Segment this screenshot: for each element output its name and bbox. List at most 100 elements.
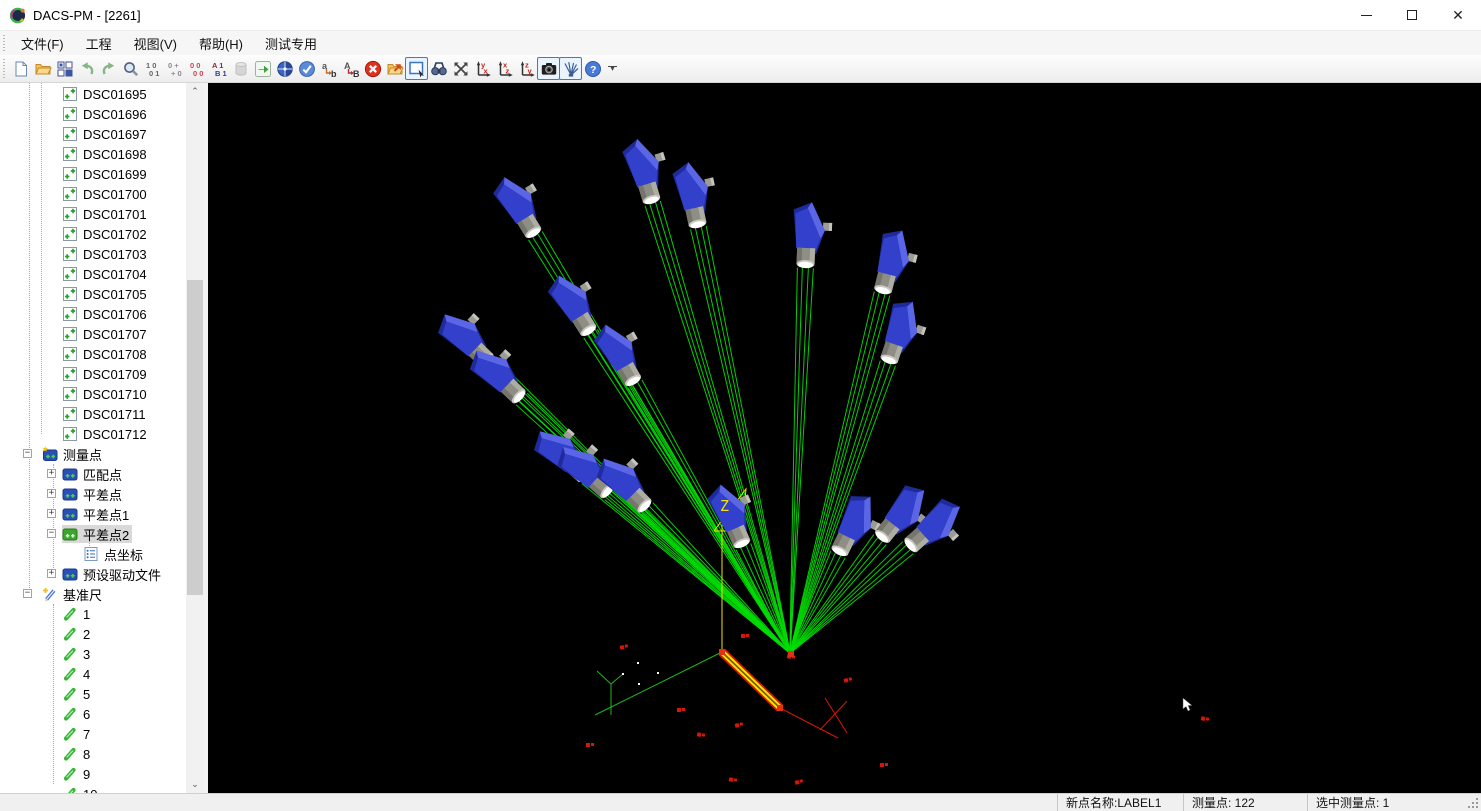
tree-row-DSC01706[interactable]: DSC01706 [0, 304, 186, 324]
collapse-icon[interactable]: − [23, 449, 32, 458]
tree-item-label: DSC01707 [83, 326, 147, 342]
menubar-grip[interactable] [2, 34, 7, 52]
confirm-button[interactable] [295, 57, 318, 80]
tree-row-DSC01698[interactable]: DSC01698 [0, 144, 186, 164]
tree-row-DSC01711[interactable]: DSC01711 [0, 404, 186, 424]
tree-row-4[interactable]: 4 [0, 664, 186, 684]
view-zy-button[interactable]: zy [515, 57, 538, 80]
menu-item-1[interactable]: 文件(F) [10, 34, 75, 55]
expand-icon[interactable]: + [47, 469, 56, 478]
expand-icon[interactable]: + [47, 489, 56, 498]
tree-row-DSC01710[interactable]: DSC01710 [0, 384, 186, 404]
tree-row-DSC01697[interactable]: DSC01697 [0, 124, 186, 144]
close-button[interactable]: ✕ [1435, 0, 1481, 30]
scroll-down-icon[interactable]: ⌄ [186, 776, 204, 793]
tree-row-DSC01695[interactable]: DSC01695 [0, 84, 186, 104]
tree-item-label: DSC01695 [83, 86, 147, 102]
tree-row-DSC01705[interactable]: DSC01705 [0, 284, 186, 304]
tree-row-平差点1[interactable]: + 平差点1 [0, 504, 186, 524]
collapse-icon[interactable]: − [47, 529, 56, 538]
tree-row-DSC01703[interactable]: DSC01703 [0, 244, 186, 264]
redo-button[interactable] [97, 57, 120, 80]
add-points-button[interactable]: 0 + + 0 [163, 57, 186, 80]
tree-row-7[interactable]: 7 [0, 724, 186, 744]
toolbar-grip[interactable] [2, 59, 7, 78]
open-project-button[interactable] [31, 57, 54, 80]
view-yx-button[interactable]: yx [471, 57, 494, 80]
resize-grip[interactable] [1463, 794, 1481, 811]
tree-row-预设驱动文件[interactable]: + 预设驱动文件 [0, 564, 186, 584]
find-button[interactable] [427, 57, 450, 80]
tree-row-匹配点[interactable]: + 匹配点 [0, 464, 186, 484]
tree-item-label: DSC01699 [83, 166, 147, 182]
delete-button[interactable] [361, 57, 384, 80]
tree-row-DSC01708[interactable]: DSC01708 [0, 344, 186, 364]
rename-a1b1-button[interactable]: A 1B 1 [207, 57, 230, 80]
tree-row-DSC01707[interactable]: DSC01707 [0, 324, 186, 344]
scene-canvas[interactable]: Z [208, 83, 1481, 793]
tree-item-label: DSC01701 [83, 206, 147, 222]
tree-row-平差点2[interactable]: − 平差点2 [0, 524, 186, 544]
scrollbar-thumb[interactable] [187, 280, 203, 595]
tile-windows-button[interactable] [53, 57, 76, 80]
tree-row-DSC01702[interactable]: DSC01702 [0, 224, 186, 244]
tree-row-10[interactable]: 10 [0, 784, 186, 793]
rename-uppercase-button[interactable]: AB [339, 57, 362, 80]
maximize-button[interactable] [1389, 0, 1435, 30]
tree-row-DSC01704[interactable]: DSC01704 [0, 264, 186, 284]
select-rectangle-button[interactable] [405, 57, 428, 80]
export-folder-button[interactable] [383, 57, 406, 80]
target-button[interactable] [273, 57, 296, 80]
menu-item-4[interactable]: 帮助(H) [188, 34, 254, 55]
minimize-button[interactable] [1343, 0, 1389, 30]
tree-row-基准尺[interactable]: − 基准尺 [0, 584, 186, 604]
tree-scrollbar[interactable]: ⌃ ⌄ [186, 83, 204, 793]
help-button[interactable]: ? [581, 57, 604, 80]
show-rays-button[interactable] [559, 57, 582, 80]
new-project-button[interactable] [9, 57, 32, 80]
pencil-green-icon [62, 746, 79, 762]
tree-row-2[interactable]: 2 [0, 624, 186, 644]
tree-row-3[interactable]: 3 [0, 644, 186, 664]
tree-row-DSC01701[interactable]: DSC01701 [0, 204, 186, 224]
menu-item-3[interactable]: 视图(V) [123, 34, 188, 55]
tree-row-DSC01699[interactable]: DSC01699 [0, 164, 186, 184]
tree-row-点坐标[interactable]: 点坐标 [0, 544, 186, 564]
viewport-3d[interactable]: Z [208, 83, 1481, 793]
tree-row-DSC01712[interactable]: DSC01712 [0, 424, 186, 444]
tree-row-DSC01709[interactable]: DSC01709 [0, 364, 186, 384]
menu-item-2[interactable]: 工程 [75, 34, 123, 55]
zoom-icon [123, 61, 138, 76]
delete-archive-button[interactable] [229, 57, 252, 80]
img-add-icon [62, 266, 79, 282]
fit-view-button[interactable] [449, 57, 472, 80]
view-xz-button[interactable]: xz [493, 57, 516, 80]
tree-row-8[interactable]: 8 [0, 744, 186, 764]
scroll-up-icon[interactable]: ⌃ [186, 83, 204, 100]
measure-node [777, 705, 783, 711]
tree-row-1[interactable]: 1 [0, 604, 186, 624]
white-point [622, 673, 624, 675]
camera-view-button[interactable] [537, 57, 560, 80]
img-add-icon [62, 186, 79, 202]
tree-row-测量点[interactable]: − 测量点 [0, 444, 186, 464]
renumber-points-button[interactable]: 1 00 1 [141, 57, 164, 80]
tree-row-9[interactable]: 9 [0, 764, 186, 784]
zoom-button[interactable] [119, 57, 142, 80]
run-button[interactable] [251, 57, 274, 80]
rename-lowercase-button[interactable]: ab [317, 57, 340, 80]
collapse-icon[interactable]: − [23, 589, 32, 598]
toolbar-overflow-button[interactable]: ▾ [606, 57, 619, 80]
tree-row-平差点[interactable]: + 平差点 [0, 484, 186, 504]
expand-icon[interactable]: + [47, 569, 56, 578]
match-points-button[interactable]: 0 00 0 [185, 57, 208, 80]
expand-icon[interactable]: + [47, 509, 56, 518]
renumber-points-icon: 1 00 1 [146, 61, 159, 78]
tree-row-DSC01700[interactable]: DSC01700 [0, 184, 186, 204]
menu-item-5[interactable]: 测试专用 [254, 34, 328, 55]
tree-row-DSC01696[interactable]: DSC01696 [0, 104, 186, 124]
tree-row-6[interactable]: 6 [0, 704, 186, 724]
measure-node [719, 649, 725, 655]
tree-row-5[interactable]: 5 [0, 684, 186, 704]
undo-button[interactable] [75, 57, 98, 80]
